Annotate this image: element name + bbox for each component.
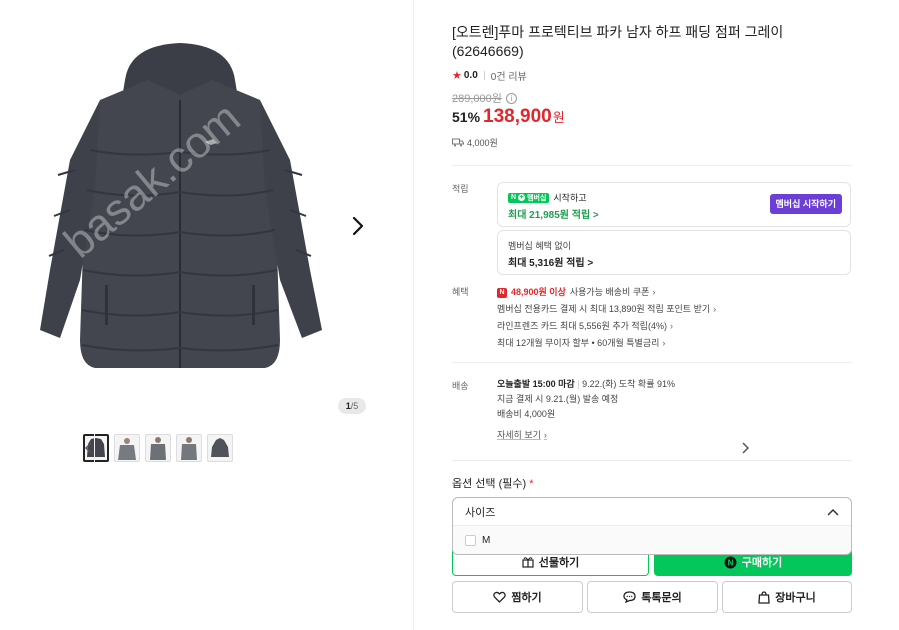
thumbnail-strip (83, 434, 749, 462)
buy-label: 구매하기 (741, 557, 783, 569)
talk-inquiry-button[interactable]: 톡톡문의 (587, 581, 718, 613)
membership-badge-row: N + 멤버십 시작하고 (508, 191, 587, 204)
original-price-row: 289,000원 i (452, 90, 517, 106)
chevron-right-icon (742, 442, 749, 454)
image-counter: 1/5 (338, 398, 366, 414)
badge-n: N (511, 194, 517, 201)
chevron-right-icon: › (662, 338, 666, 348)
divider (452, 362, 852, 363)
option-label: 옵션 선택 (필수) * (452, 475, 534, 491)
shopping-bag-icon (758, 590, 770, 604)
counter-total: /5 (350, 401, 359, 411)
truck-icon (452, 138, 464, 147)
coupon-benefit[interactable]: N 48,900원 이상 사용가능 배송비 쿠폰 › (497, 284, 716, 301)
start-text: 시작하고 (553, 193, 587, 203)
benefits-label: 혜택 (452, 287, 469, 297)
divider (452, 165, 852, 166)
chevron-right-icon[interactable] (347, 213, 369, 239)
option-label-text: 옵션 선택 (필수) (452, 478, 527, 490)
thumbnail-5[interactable] (207, 434, 233, 462)
rating-score: 0.0 (463, 70, 478, 81)
currency-unit: 원 (552, 110, 565, 125)
dispatch-estimate: 지금 결제 시 9.21.(월) 발송 예정 (497, 394, 619, 404)
size-dropdown[interactable]: 사이즈 M (452, 497, 852, 555)
thumbnail-3[interactable] (145, 434, 171, 462)
delivery-info: 오늘출발 15:00 마감 | 9.22.(화) 도착 확률 91% 지금 결제… (497, 377, 675, 443)
badge-text: 멤버십 (527, 194, 547, 202)
npay-membership-badge: N + 멤버십 (508, 192, 550, 203)
arrival-estimate: 9.22.(화) 도착 확률 91% (582, 379, 676, 389)
product-title: [오트렌]푸마 프로텍티브 파카 남자 하프 패딩 점퍼 그레이 (626466… (452, 24, 784, 59)
cart-label: 장바구니 (775, 592, 816, 604)
membership-points-box[interactable]: N + 멤버십 시작하고 최대 21,985원 적립 > 멤버십 시작하기 (497, 182, 851, 227)
coupon-text: 사용가능 배송비 쿠폰 (569, 287, 650, 297)
no-membership-text: 멤버십 혜택 없이 (508, 241, 571, 251)
naver-n-icon: N (497, 287, 507, 298)
today-shipping: 오늘출발 15:00 마감 (497, 379, 575, 389)
chevron-right-icon: › (713, 304, 717, 314)
wishlist-label: 찜하기 (511, 592, 542, 604)
max-points-without-membership[interactable]: 최대 5,316원 적립 > (508, 254, 593, 269)
benefit-item[interactable]: 멤버십 전용카드 결제 시 최대 13,890원 적립 포인트 받기 › (497, 301, 716, 318)
thumbnail-2[interactable] (114, 434, 140, 462)
star-icon: ★ (452, 70, 462, 82)
divider (452, 460, 852, 461)
today-shipping-row: 오늘출발 15:00 마감 | 9.22.(화) 도착 확률 91% (497, 379, 676, 389)
info-icon[interactable]: i (505, 92, 517, 104)
dropdown-option-m[interactable]: M (453, 526, 851, 554)
gift-icon (522, 557, 534, 568)
max-points-with-membership[interactable]: 최대 21,985원 적립 > (508, 206, 599, 221)
dropdown-label: 사이즈 (465, 506, 496, 519)
gift-label: 선물하기 (538, 557, 580, 569)
price-row: 51% 138,900 원 (452, 106, 565, 128)
delivery-fee: 배송비 4,000원 (497, 409, 556, 419)
model-thumbnail-icon (150, 437, 166, 460)
option-checkbox (465, 535, 476, 546)
chevron-up-icon (827, 508, 839, 516)
dropdown-head[interactable]: 사이즈 (453, 498, 851, 526)
shipping-fee: 4,000원 (467, 138, 498, 148)
benefit-item-text: 라인프렌즈 카드 최대 5,556원 추가 적립(4%) (497, 321, 667, 331)
points-label: 적립 (452, 184, 469, 194)
required-mark: * (529, 478, 534, 490)
product-gallery: basak.com 1/5 (0, 0, 749, 630)
thumb-prev-button[interactable] (83, 434, 95, 462)
wishlist-button[interactable]: 찜하기 (452, 581, 583, 613)
heart-icon (493, 591, 507, 603)
cart-button[interactable]: 장바구니 (722, 581, 852, 613)
benefit-item[interactable]: 최대 12개월 무이자 할부 • 60개월 특별금리 › (497, 335, 716, 352)
jacket-thumbnail-icon (211, 438, 229, 457)
naver-pay-icon: N (724, 556, 737, 568)
model-thumbnail-icon (118, 438, 136, 460)
basic-points-box[interactable]: 멤버십 혜택 없이 최대 5,316원 적립 > (497, 230, 851, 275)
original-price: 289,000원 (452, 93, 502, 105)
plus-icon: + (518, 194, 526, 201)
benefit-item[interactable]: 라인프렌즈 카드 최대 5,556원 추가 적립(4%) › (497, 318, 716, 335)
option-value: M (482, 535, 491, 546)
talk-label: 톡톡문의 (641, 592, 682, 604)
sale-price: 138,900 (483, 106, 552, 127)
rating-row: ★ 0.0 0건 리뷰 (452, 68, 527, 83)
detail-link-text: 자세히 보기 (497, 430, 541, 440)
review-count[interactable]: 0건 리뷰 (491, 68, 527, 83)
chevron-right-icon: › (669, 321, 673, 331)
divider (483, 71, 485, 80)
coupon-amount: 48,900원 이상 (511, 287, 566, 297)
chevron-right-icon: › (652, 287, 656, 297)
chevron-left-icon (84, 442, 92, 454)
start-membership-button[interactable]: 멤버십 시작하기 (769, 194, 842, 214)
chevron-right-icon: › (543, 430, 547, 440)
discount-rate: 51% (452, 109, 481, 125)
shipping-fee-row: 4,000원 (452, 136, 498, 149)
model-thumbnail-icon (181, 437, 197, 460)
delivery-detail-link[interactable]: 자세히 보기 › (497, 428, 675, 443)
benefit-item-text: 멤버십 전용카드 결제 시 최대 13,890원 적립 포인트 받기 (497, 304, 711, 314)
delivery-label: 배송 (452, 381, 469, 391)
chat-icon (623, 591, 636, 603)
benefits-list: N 48,900원 이상 사용가능 배송비 쿠폰 › 멤버십 전용카드 결제 시… (497, 284, 716, 352)
thumbnail-4[interactable] (176, 434, 202, 462)
benefit-item-text: 최대 12개월 무이자 할부 • 60개월 특별금리 (497, 338, 660, 348)
svg-text:N: N (727, 558, 733, 567)
